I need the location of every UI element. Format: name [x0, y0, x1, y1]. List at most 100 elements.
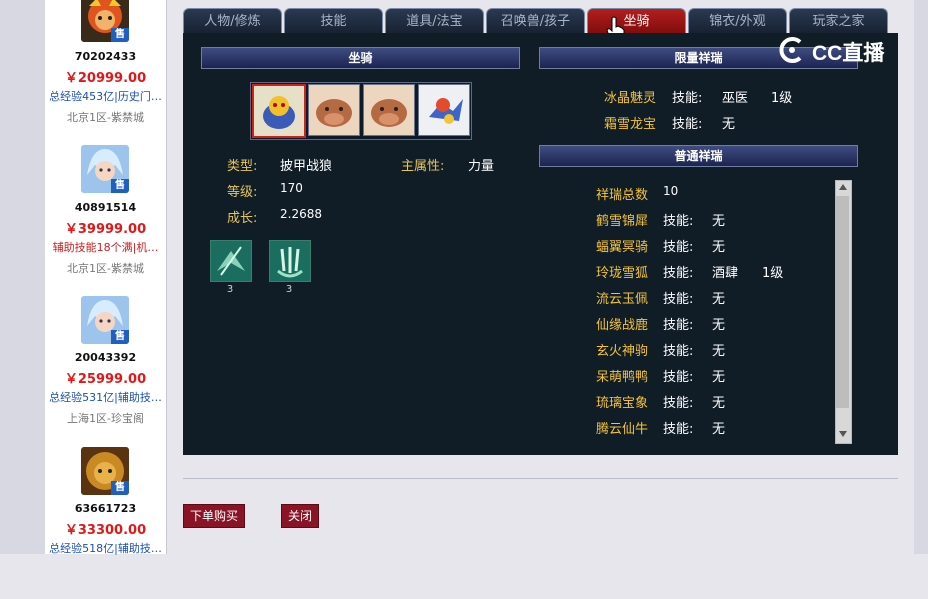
cc-live-logo: CC直播	[778, 34, 898, 66]
mount-slot[interactable]	[308, 84, 360, 136]
mount-slot-selected[interactable]	[252, 84, 306, 138]
level-value: 170	[280, 181, 303, 195]
character-id: 40891514	[74, 201, 137, 214]
normal-item-name: 流云玉佩	[596, 292, 649, 307]
growth-label: 成长:	[227, 211, 258, 226]
normal-item-name: 蝠翼冥骑	[596, 240, 649, 255]
scroll-up-icon[interactable]	[838, 183, 848, 191]
order-button[interactable]: 下单购买	[183, 504, 245, 528]
normal-item-key: 技能:	[663, 318, 694, 333]
normal-item-key: 技能:	[663, 422, 694, 437]
capybara-mount-icon	[309, 85, 359, 135]
listing-server: 北京1区-紫禁城	[67, 262, 144, 275]
tab-mount[interactable]: 坐骑	[587, 8, 686, 35]
limited-item-name: 冰晶魅灵	[604, 91, 657, 106]
sell-badge: 售	[111, 330, 129, 344]
tab-character[interactable]: 人物/修炼	[183, 8, 282, 35]
winged-beast-icon	[419, 85, 469, 135]
normal-total-label: 祥瑞总数	[596, 188, 649, 203]
normal-item-value: 无	[712, 240, 726, 255]
limited-item-value: 无	[722, 117, 736, 132]
normal-item-name: 玲珑雪狐	[596, 266, 649, 281]
listing-price: ￥20999.00	[64, 71, 147, 86]
normal-item-value: 无	[712, 344, 726, 359]
character-avatar[interactable]: 售	[81, 0, 129, 42]
right-gutter	[914, 0, 928, 554]
normal-item-value: 无	[712, 292, 726, 307]
normal-total-value: 10	[663, 184, 679, 198]
normal-item-key: 技能:	[663, 344, 694, 359]
capybara-mount-icon	[364, 85, 414, 135]
listing-desc[interactable]: 总经验531亿|辅助技…	[45, 389, 166, 405]
mount-section-header: 坐骑	[201, 47, 520, 69]
normal-item-name: 腾云仙牛	[596, 422, 649, 437]
listing-card[interactable]: 售 40891514 ￥39999.00 辅助技能18个满|机… 北京1区-紫禁…	[45, 145, 166, 297]
character-id: 63661723	[74, 502, 137, 515]
divider	[183, 478, 898, 479]
normal-item-value: 无	[712, 370, 726, 385]
normal-item-value: 无	[712, 422, 726, 437]
limited-item-key: 技能:	[672, 91, 703, 106]
scroll-down-icon[interactable]	[838, 430, 848, 438]
character-id: 70202433	[74, 50, 137, 63]
listing-server: 北京1区-紫禁城	[67, 111, 144, 124]
normal-item-name: 玄火神驹	[596, 344, 649, 359]
normal-item-key: 技能:	[663, 240, 694, 255]
close-button[interactable]: 关闭	[281, 504, 319, 528]
listing-card[interactable]: 售 63661723 ￥33300.00 总经验518亿|辅助技…	[45, 447, 166, 599]
normal-item-value: 无	[712, 214, 726, 229]
listing-card[interactable]: 售 20043392 ￥25999.00 总经验531亿|辅助技… 上海1区-珍…	[45, 296, 166, 448]
tab-appearance[interactable]: 锦衣/外观	[688, 8, 787, 35]
sell-badge: 售	[111, 481, 129, 495]
main-attr-value: 力量	[468, 159, 495, 174]
armored-wolf-icon	[254, 86, 304, 136]
normal-item-value: 酒肆	[712, 266, 739, 281]
left-gutter	[0, 0, 45, 554]
normal-item-value: 无	[712, 396, 726, 411]
normal-section-header: 普通祥瑞	[539, 145, 858, 167]
main-attr-label: 主属性:	[401, 159, 445, 174]
wing-skill-icon[interactable]	[210, 240, 252, 282]
mount-slot[interactable]	[418, 84, 470, 136]
listing-price: ￥33300.00	[64, 523, 147, 538]
character-avatar[interactable]: 售	[81, 296, 129, 344]
cc-logo-text: CC直播	[812, 42, 885, 65]
listing-price: ￥39999.00	[64, 222, 147, 237]
limited-item-key: 技能:	[672, 117, 703, 132]
mount-slot[interactable]	[363, 84, 415, 136]
character-id: 20043392	[74, 351, 137, 364]
character-avatar[interactable]: 售	[81, 447, 129, 495]
listing-desc[interactable]: 辅助技能18个满|机…	[45, 239, 166, 255]
listing-server: 上海1区-珍宝阁	[67, 412, 144, 425]
character-avatar[interactable]: 售	[81, 145, 129, 193]
cc-logo-icon	[779, 37, 802, 63]
limited-item-name: 霜雪龙宝	[604, 117, 657, 132]
scrollbar-thumb[interactable]	[836, 196, 849, 408]
normal-item-value: 无	[712, 318, 726, 333]
skill-count: 3	[285, 284, 293, 295]
skill-count: 3	[226, 284, 234, 295]
normal-item-name: 仙缘战鹿	[596, 318, 649, 333]
normal-item-level: 1级	[762, 266, 784, 281]
normal-item-key: 技能:	[663, 396, 694, 411]
normal-item-name: 呆萌鸭鸭	[596, 370, 649, 385]
normal-item-key: 技能:	[663, 214, 694, 229]
tab-summons[interactable]: 召唤兽/孩子	[486, 8, 585, 35]
listing-column: 售 70202433 ￥20999.00 总经验453亿|历史门… 北京1区-紫…	[45, 0, 167, 555]
tab-items[interactable]: 道具/法宝	[385, 8, 484, 35]
limited-item-level: 1级	[771, 91, 793, 106]
claw-skill-icon[interactable]	[269, 240, 311, 282]
normal-item-name: 鹤雪锦犀	[596, 214, 649, 229]
listing-desc[interactable]: 总经验453亿|历史门…	[45, 88, 166, 104]
listing-price: ￥25999.00	[64, 372, 147, 387]
normal-item-name: 琉璃宝象	[596, 396, 649, 411]
sell-badge: 售	[111, 28, 129, 42]
level-label: 等级:	[227, 185, 258, 200]
tab-home[interactable]: 玩家之家	[789, 8, 888, 35]
limited-item-value: 巫医	[722, 91, 749, 106]
type-label: 类型:	[227, 159, 258, 174]
growth-value: 2.2688	[280, 207, 322, 221]
listing-card[interactable]: 售 70202433 ￥20999.00 总经验453亿|历史门… 北京1区-紫…	[45, 0, 166, 152]
tab-skills[interactable]: 技能	[284, 8, 383, 35]
normal-item-key: 技能:	[663, 292, 694, 307]
